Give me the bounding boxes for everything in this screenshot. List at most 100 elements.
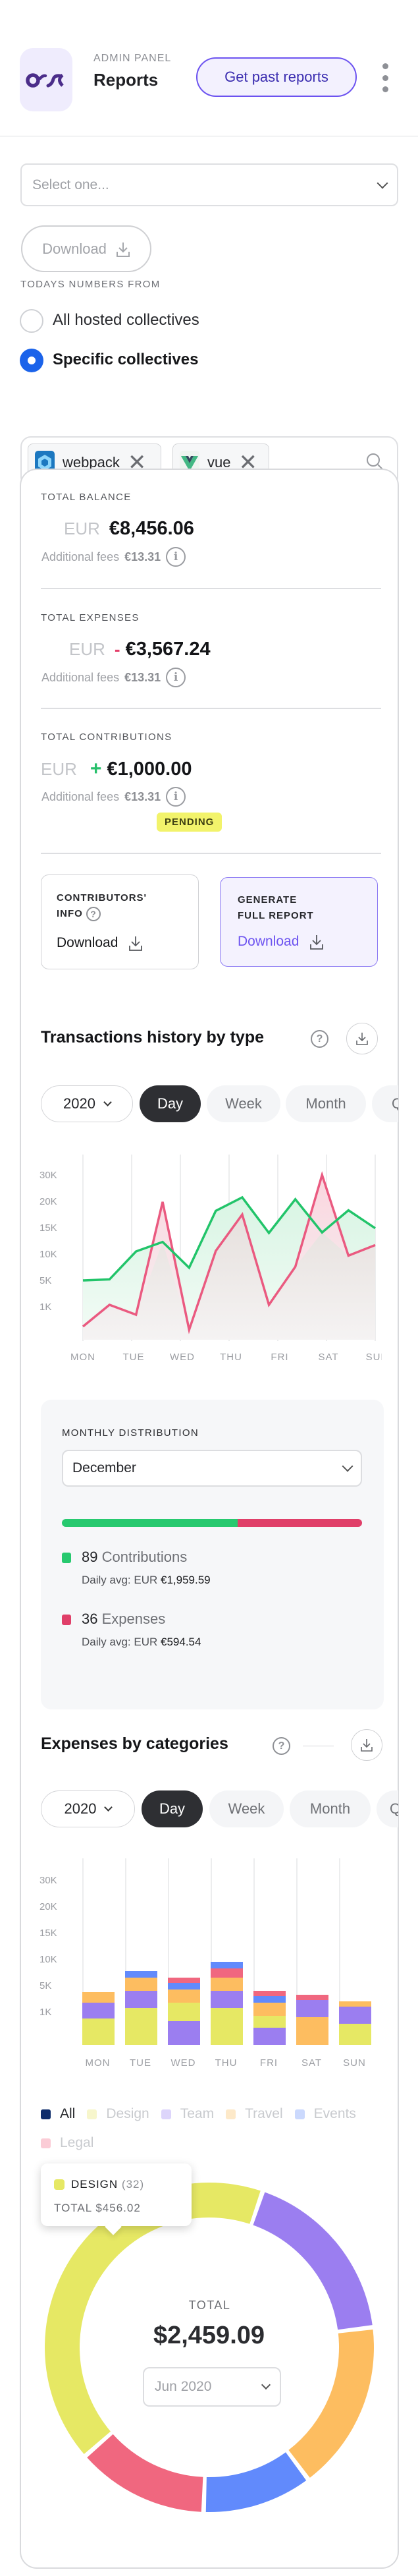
info-icon[interactable]: i: [166, 668, 186, 687]
tab-week[interactable]: Week: [209, 1790, 284, 1827]
download-chart-button[interactable]: [351, 1729, 382, 1761]
fees-value: €13.31: [124, 670, 161, 684]
y-tick-label: 5K: [39, 1980, 51, 1991]
full-report-card[interactable]: GENERATE FULL REPORT Download: [220, 877, 378, 967]
fees-label: Additional fees: [41, 550, 120, 563]
y-tick-label: 10K: [39, 1249, 57, 1260]
info-icon[interactable]: i: [166, 787, 186, 807]
bar-segment-events: [211, 1962, 243, 1968]
bar-segment-design: [82, 2018, 115, 2045]
download-icon: [359, 1736, 374, 1754]
expenses-period-tabs: 2020 Day Week Month Q: [41, 1790, 398, 1827]
currency-code: EUR: [64, 519, 100, 538]
tab-week[interactable]: Week: [207, 1085, 280, 1122]
legend-label: Legal: [60, 2135, 94, 2150]
bar-segment-design: [339, 2024, 371, 2045]
bar-segment-team: [253, 2028, 286, 2045]
expenses-daily-avg: Daily avg: EUR €594.54: [82, 1636, 201, 1648]
get-past-reports-button[interactable]: Get past reports: [196, 57, 357, 97]
contributions-count: 89 Contributions: [82, 1549, 188, 1565]
chevron-down-icon: [342, 1460, 353, 1472]
legend-label: Design: [106, 2106, 149, 2121]
chevron-down-icon: [377, 177, 388, 188]
legend-item-all[interactable]: All: [41, 2106, 75, 2122]
donut-slice-legal[interactable]: [87, 2434, 203, 2512]
fees-label: Additional fees: [41, 789, 120, 803]
tab-quarter[interactable]: Q: [377, 1790, 398, 1827]
y-tick-label: 15K: [39, 1222, 57, 1234]
download-label: Download: [42, 240, 107, 257]
x-tick-label: WED: [170, 1352, 195, 1363]
donut-slice-travel[interactable]: [288, 2330, 374, 2478]
card-title-line2: FULL REPORT: [238, 910, 314, 921]
bar-segment-travel: [339, 2001, 371, 2007]
legend-color-square: [294, 2109, 305, 2119]
download-chart-button[interactable]: [346, 1023, 378, 1054]
x-tick-label: WED: [171, 2057, 196, 2069]
tab-day[interactable]: Day: [142, 1790, 203, 1827]
donut-slice-events[interactable]: [205, 2452, 307, 2512]
y-tick-label: 5K: [39, 1275, 51, 1286]
page-title: Reports: [93, 70, 159, 90]
card-title-line2: INFO: [57, 908, 83, 919]
tab-day[interactable]: Day: [140, 1085, 201, 1122]
help-icon[interactable]: ?: [86, 907, 101, 922]
transactions-period-tabs: 2020 Day Week Month Q: [41, 1085, 398, 1122]
report-select[interactable]: Select one...: [20, 163, 398, 206]
bar-segment-travel: [168, 1989, 200, 2003]
period-select[interactable]: Jun 2020: [143, 2367, 281, 2407]
metric-amount-row: EUR + €1,000.00: [41, 758, 192, 780]
plus-sign: +: [90, 758, 102, 780]
year-select[interactable]: 2020: [41, 1790, 135, 1827]
metric-divider: [41, 853, 381, 854]
legend-item-legal[interactable]: Legal: [41, 2135, 93, 2151]
bar-segment-design: [253, 2016, 286, 2028]
kebab-menu-icon[interactable]: [379, 63, 392, 92]
legend-item-events[interactable]: Events: [294, 2106, 356, 2122]
card-title-line1: CONTRIBUTORS': [57, 892, 147, 903]
radio-all-hosted[interactable]: [20, 309, 43, 333]
additional-fees: Additional fees €13.31 i: [41, 668, 186, 687]
x-tick-label: FRI: [271, 1352, 288, 1363]
contributors-info-card[interactable]: CONTRIBUTORS' INFO ? Download: [41, 874, 199, 969]
transactions-line-chart: MON TUE WED THU FRI SAT SUN 30K 20K 15K 10K 5K 1K: [39, 1155, 382, 1363]
tab-month[interactable]: Month: [290, 1790, 371, 1827]
metric-amount: €1,000.00: [107, 758, 192, 780]
bar-segment-legal: [211, 1968, 243, 1978]
metric-amount: €8,456.06: [109, 518, 194, 539]
donut-total-label: TOTAL: [188, 2299, 231, 2312]
help-icon[interactable]: ?: [273, 1737, 290, 1755]
bar-segment-legal: [253, 1991, 286, 1996]
transactions-title: Transactions history by type: [41, 1028, 264, 1046]
design-tooltip: DESIGN (32) TOTAL $456.02: [41, 2163, 192, 2226]
year-select[interactable]: 2020: [41, 1085, 133, 1122]
radio-specific[interactable]: [20, 349, 43, 372]
y-tick-label: 30K: [39, 1875, 57, 1886]
tooltip-color-square: [54, 2179, 65, 2190]
expenses-bar-chart: MON TUE WED THU FRI SAT SUN 30K 20K 15K 10K 5K 1K: [39, 1858, 371, 2069]
expenses-count: 36 Expenses: [82, 1611, 166, 1627]
chevron-down-icon: [103, 1098, 112, 1106]
bar-segment-legal: [168, 1978, 200, 1983]
info-icon[interactable]: i: [166, 547, 186, 567]
help-icon[interactable]: ?: [311, 1030, 328, 1048]
tooltip-total: TOTAL $456.02: [54, 2202, 141, 2214]
legend-item-design[interactable]: Design: [87, 2106, 149, 2122]
legend-item-team[interactable]: Team: [161, 2106, 214, 2122]
tab-quarter[interactable]: Q: [372, 1085, 398, 1122]
bar-segment-travel: [296, 2017, 328, 2045]
download-icon: [355, 1030, 369, 1047]
legend-color-square: [41, 2138, 51, 2148]
month-select[interactable]: December: [62, 1450, 362, 1487]
report-select-placeholder: Select one...: [32, 177, 109, 192]
bar-segment-team: [296, 2000, 328, 2017]
download-icon: [116, 241, 130, 258]
download-label: Download: [238, 934, 300, 949]
tab-month[interactable]: Month: [286, 1085, 366, 1122]
download-button[interactable]: Download: [21, 225, 151, 272]
app-logo[interactable]: [20, 48, 72, 111]
legend-item-travel[interactable]: Travel: [226, 2106, 283, 2122]
category-legend: All Design Team Travel Events Legal: [41, 2106, 383, 2151]
x-tick-label: SAT: [301, 2057, 322, 2069]
bar-segment-travel: [82, 1992, 115, 2003]
